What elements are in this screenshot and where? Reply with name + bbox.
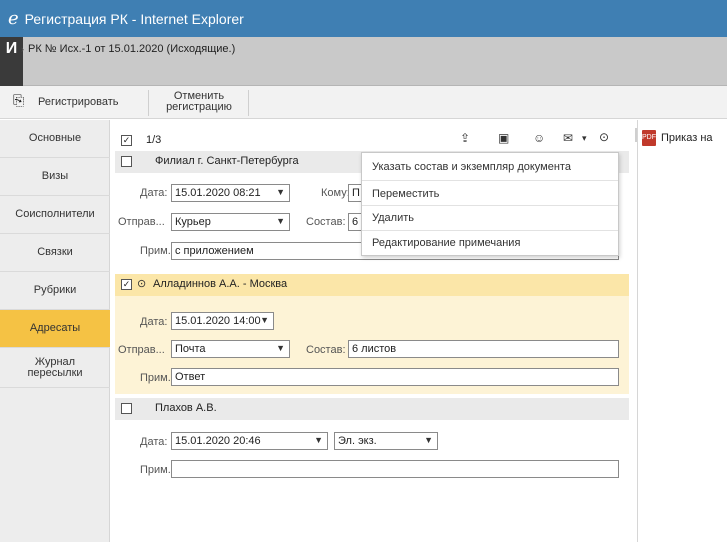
breadcrumb-arrow-icon: › (21, 44, 24, 54)
menu-divider (362, 230, 618, 231)
page-counter: 1/3 (146, 134, 162, 146)
send-method-value: Почта (175, 343, 206, 355)
sidebar-item-rubrics[interactable]: Рубрики (0, 272, 110, 310)
mail-check-icon[interactable]: ✉ (563, 131, 573, 145)
send-method-select[interactable]: Курьер ▼ (171, 213, 290, 231)
date-field[interactable]: 15.01.2020 14:00 ▼ (171, 312, 274, 330)
date-label: Дата: (140, 316, 168, 328)
register-icon[interactable]: ⎘ (13, 92, 24, 109)
card-title: РК № Исх.-1 от 15.01.2020 (Исходящие.) (28, 43, 236, 55)
menu-item-move[interactable]: Переместить (372, 188, 439, 200)
app-logo: И (0, 37, 23, 86)
addressee-name: Филиал г. Санкт-Петербурга (155, 155, 299, 167)
chevron-down-icon[interactable]: ▾ (582, 133, 587, 144)
date-value: 15.01.2020 20:46 (175, 435, 261, 447)
date-label: Дата: (140, 436, 168, 448)
toolbar-divider (148, 90, 149, 116)
send-method-value: Курьер (175, 216, 211, 228)
document-name: Приказ на (661, 132, 713, 144)
note-field[interactable] (171, 460, 619, 478)
sidebar-item-visas[interactable]: Визы (0, 158, 110, 196)
to-field[interactable]: П (348, 184, 362, 202)
menu-item-delete[interactable]: Удалить (372, 212, 414, 224)
expand-icon[interactable]: ⊙ (137, 277, 146, 290)
date-label: Дата: (140, 187, 168, 199)
toolbar-divider (248, 90, 249, 116)
note-label: Прим.: (140, 464, 174, 476)
card-header: И › РК № Исх.-1 от 15.01.2020 (Исходящие… (0, 37, 727, 86)
window-title: Регистрация РК - Internet Explorer (24, 10, 244, 27)
sidebar-item-main[interactable]: Основные (0, 120, 110, 158)
note-label: Прим.: (140, 245, 174, 257)
menu-item-edit-note[interactable]: Редактирование примечания (372, 237, 520, 249)
addressee-checkbox[interactable] (121, 156, 132, 167)
composition-field[interactable]: 6 (348, 213, 362, 231)
person-add-icon[interactable]: ☺ (533, 131, 545, 145)
composition-label: Состав: (306, 216, 346, 228)
window-titlebar: e Регистрация РК - Internet Explorer (0, 0, 727, 37)
sidebar-item-coexecutors[interactable]: Соисполнители (0, 196, 110, 234)
addressee-row[interactable]: ✓ ⊙ Алладиннов А.А. - Москва (115, 274, 629, 296)
register-button[interactable]: Регистрировать (38, 97, 119, 108)
chevron-down-icon: ▼ (424, 435, 433, 445)
copy-type-value: Эл. экз. (338, 435, 377, 447)
more-icon[interactable]: ⊙ (599, 130, 609, 144)
to-label: Кому: (321, 187, 350, 199)
pdf-icon: PDF (642, 130, 656, 146)
date-field[interactable]: 15.01.2020 20:46 ▼ (171, 432, 328, 450)
date-field[interactable]: 15.01.2020 08:21 ▼ (171, 184, 290, 202)
sidebar-item-forwarding-log[interactable]: Журнал пересылки (0, 348, 110, 388)
addressee-checkbox[interactable] (121, 403, 132, 414)
cancel-registration-button[interactable]: Отменить регистрацию (158, 91, 240, 113)
composition-field[interactable]: 6 листов (348, 340, 619, 358)
copy-type-select[interactable]: Эл. экз. ▼ (334, 432, 438, 450)
menu-divider (362, 205, 618, 206)
composition-label: Состав: (306, 344, 346, 356)
note-field[interactable]: Ответ (171, 368, 619, 386)
chevron-down-icon: ▼ (260, 315, 269, 325)
sidebar-item-links[interactable]: Связки (0, 234, 110, 272)
send-method-label: Отправ... (118, 344, 165, 356)
chevron-down-icon: ▼ (276, 216, 285, 226)
note-label: Прим.: (140, 372, 174, 384)
addressee-row[interactable]: Плахов А.В. (115, 398, 629, 420)
date-value: 15.01.2020 08:21 (175, 187, 261, 199)
chevron-down-icon: ▼ (276, 187, 285, 197)
select-all-checkbox[interactable]: ✓ (121, 135, 132, 146)
menu-divider (362, 180, 618, 181)
send-method-select[interactable]: Почта ▼ (171, 340, 290, 358)
send-method-label: Отправ... (118, 216, 165, 228)
upload-icon[interactable]: ⇪ (460, 131, 470, 145)
date-value: 15.01.2020 14:00 (175, 315, 261, 327)
sidebar: Основные Визы Соисполнители Связки Рубри… (0, 120, 110, 542)
ie-logo-icon: e (8, 8, 19, 29)
addressee-context-menu: Указать состав и экземпляр документа Пер… (361, 152, 619, 256)
sidebar-item-addressees[interactable]: Адресаты (0, 310, 110, 348)
addressee-name: Плахов А.В. (155, 402, 217, 414)
document-link[interactable]: PDF Приказ на (642, 130, 713, 146)
addressee-checkbox[interactable]: ✓ (121, 279, 132, 290)
document-pane: PDF Приказ на (637, 120, 727, 542)
toolbar: ⎘ Регистрировать Отменить регистрацию (0, 86, 727, 119)
menu-item-specify-composition[interactable]: Указать состав и экземпляр документа (372, 161, 571, 173)
addressee-name: Алладиннов А.А. - Москва (153, 278, 288, 290)
chevron-down-icon: ▼ (314, 435, 323, 445)
chevron-down-icon: ▼ (276, 343, 285, 353)
card-add-icon[interactable]: ▣ (498, 131, 509, 145)
